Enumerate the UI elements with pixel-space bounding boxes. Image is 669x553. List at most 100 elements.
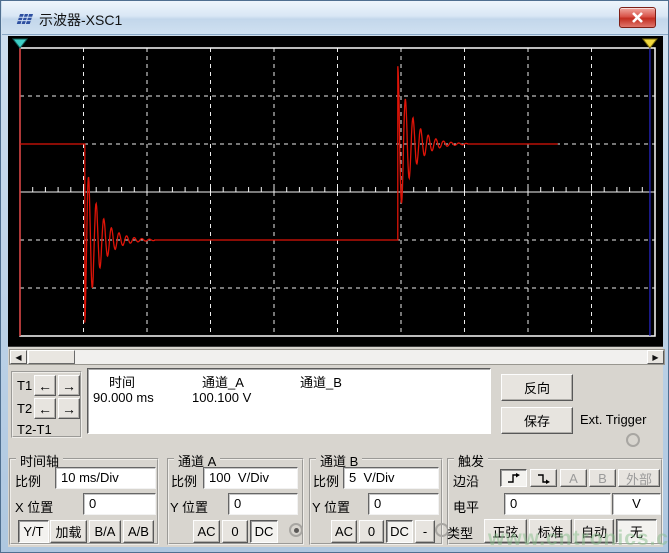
cursor-t2-handle[interactable] [641,38,658,49]
channel-b-scale-input[interactable]: 5 V/Div [343,467,439,489]
trigger-type-single-label: 正弦 [492,524,519,540]
t2-right-button[interactable]: → [58,398,80,419]
channel-b-dc-button[interactable]: DC [386,520,413,543]
mode-yt-button[interactable]: Y/T [18,520,49,543]
trigger-type-normal-button[interactable]: 标准 [529,519,572,543]
timebase-xpos-label: X 位置 [15,500,54,515]
channel-b-scale-label: 比例 [313,474,340,489]
app-icon [16,14,34,24]
edge-falling-button[interactable] [530,469,557,487]
cursor-controls: T1 ← → T2 ← → T2-T1 [11,371,82,438]
trigger-source-b-button[interactable]: B [589,469,616,487]
channel-a-scale-label: 比例 [171,474,198,489]
channel-b-minus-label: - [422,524,428,539]
trigger-level-unit-select[interactable]: V [612,493,661,515]
readout-header-channel-a: 通道_A [202,375,244,390]
channel-a-scale-input[interactable]: 100 V/Div [203,467,298,489]
trigger-type-single-button[interactable]: 正弦 [484,519,527,543]
trigger-level-label: 电平 [453,500,480,515]
channel-a-ground-button[interactable]: 0 [222,520,248,543]
trigger-source-ext-label: 外部 [625,471,652,487]
scope-display[interactable] [8,36,663,347]
channel-b-dc-label: DC [390,524,409,539]
save-button-label: 保存 [523,414,550,429]
trigger-type-auto-button[interactable]: 自动 [574,519,614,543]
trigger-type-none-button[interactable]: 无 [616,519,657,543]
channel-a-ypos-input[interactable]: 0 [228,493,298,515]
t2-left-button[interactable]: ← [34,398,56,419]
trigger-source-a-button[interactable]: A [560,469,587,487]
mode-ba-button[interactable]: B/A [89,520,121,543]
channel-b-ac-button[interactable]: AC [331,520,357,543]
mode-yt-label: Y/T [23,524,44,539]
t1-label: T1 [17,378,33,393]
edge-rising-button[interactable] [500,469,527,487]
save-button[interactable]: 保存 [501,407,573,434]
waveform-channel-a [20,66,558,323]
channel-b-minus-button[interactable]: - [415,520,435,543]
trigger-type-auto-label: 自动 [580,524,607,540]
window-title: 示波器-XSC1 [39,12,123,28]
channel-a-dc-label: DC [254,524,274,539]
scroll-left-button[interactable]: ◀ [10,350,27,364]
oscilloscope-window: 示波器-XSC1 ◀ ▶ T1 ← → T2 ← → T2-T1 时间 通道_A… [0,0,669,553]
left-arrow-icon: ← [38,400,52,417]
readout-t1-channel-a: 100.100 V [192,390,252,405]
ext-trigger-label: Ext. Trigger [580,412,647,427]
t1-right-button[interactable]: → [58,375,80,396]
mode-ba-label: B/A [94,524,116,539]
channel-a-ypos-label: Y 位置 [170,500,209,515]
title-bar[interactable]: 示波器-XSC1 [2,1,668,35]
reverse-button-label: 反向 [523,381,550,396]
cursor-t1-handle[interactable] [11,38,29,49]
channel-a-ground-label: 0 [231,524,239,539]
timebase-scale-label: 比例 [15,474,42,489]
channel-a-terminal [289,523,303,537]
channel-b-ypos-label: Y 位置 [312,500,351,515]
right-arrow-icon: → [62,400,76,417]
reverse-button[interactable]: 反向 [501,374,573,401]
readout-t1-time: 90.000 ms [93,390,154,405]
mode-add-button[interactable]: 加载 [50,520,87,543]
scroll-left-icon: ◀ [15,352,22,362]
scope-grid [11,38,658,337]
trigger-level-input[interactable]: 0 [504,493,611,515]
trigger-type-label: 类型 [447,526,474,541]
trigger-source-b-label: B [598,470,607,486]
trigger-type-normal-label: 标准 [537,524,564,540]
left-arrow-icon: ← [38,377,52,394]
timebase-scale-input[interactable]: 10 ms/Div [55,467,156,489]
readout-header-channel-b: 通道_B [300,375,342,390]
scroll-right-icon: ▶ [652,352,659,362]
rising-edge-icon [507,472,520,483]
channel-a-dc-button[interactable]: DC [250,520,278,543]
t1-left-button[interactable]: ← [34,375,56,396]
readout-panel: 时间 通道_A 通道_B 90.000 ms 100.100 V [87,368,491,434]
channel-a-ac-label: AC [197,524,216,539]
trigger-legend: 触发 [454,451,489,470]
mode-ab-button[interactable]: A/B [123,520,154,543]
readout-header-time: 时间 [109,375,136,390]
right-arrow-icon: → [62,377,76,394]
scroll-right-button[interactable]: ▶ [647,350,664,364]
t2-label: T2 [17,401,33,416]
scroll-thumb[interactable] [28,350,75,364]
t2-t1-label: T2-T1 [17,422,52,437]
channel-b-ground-button[interactable]: 0 [359,520,384,543]
trigger-edge-label: 边沿 [453,474,480,489]
channel-b-ac-label: AC [334,524,354,539]
ext-trigger-terminal [626,433,640,447]
close-button[interactable] [619,7,656,28]
trigger-source-a-label: A [569,470,578,486]
trigger-source-ext-button[interactable]: 外部 [618,469,660,487]
falling-edge-icon [537,473,550,484]
channel-a-ac-button[interactable]: AC [193,520,220,543]
mode-add-label: 加载 [55,525,82,540]
timebase-xpos-input[interactable]: 0 [83,493,156,515]
channel-b-ground-label: 0 [367,524,376,539]
close-icon [632,12,643,23]
h-scrollbar[interactable]: ◀ ▶ [9,349,665,365]
channel-b-ypos-input[interactable]: 0 [368,493,439,515]
trigger-type-none-label: 无 [629,524,643,540]
mode-ab-label: A/B [128,524,149,539]
